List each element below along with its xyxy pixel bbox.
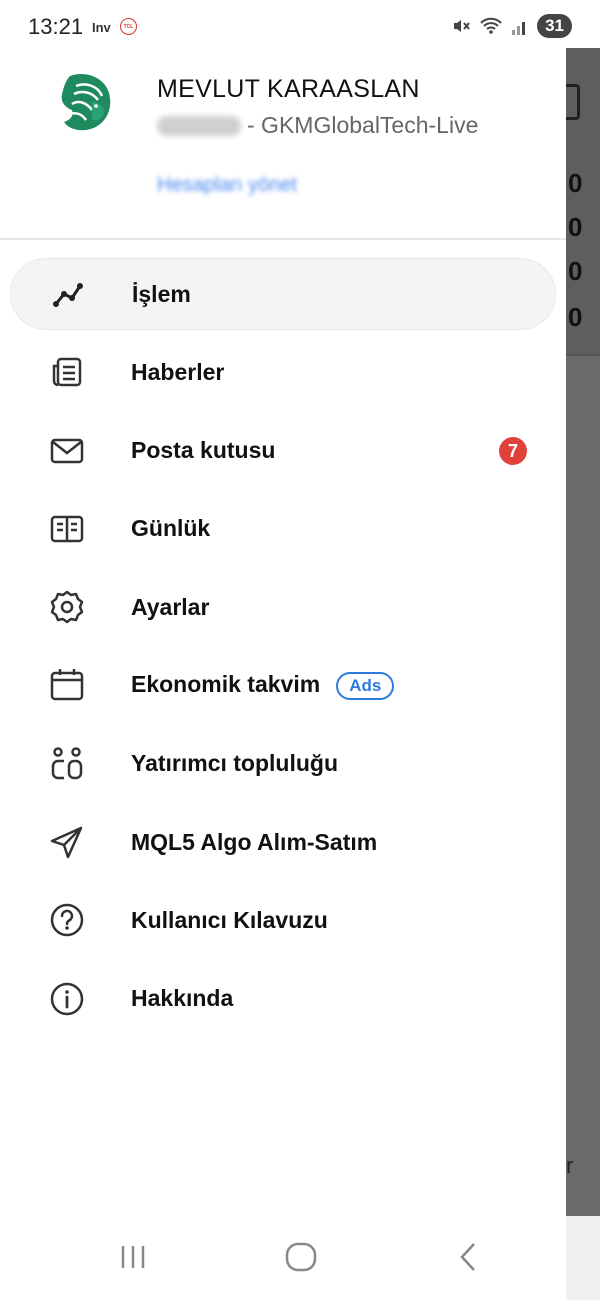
battery-indicator: 31 [537, 14, 572, 38]
wifi-icon [480, 17, 502, 34]
mute-icon [454, 20, 470, 32]
menu-item-trade[interactable]: İşlem [10, 258, 556, 330]
community-icon [48, 745, 86, 783]
account-number-redacted [157, 115, 241, 136]
drawer-menu: İşlem Haberler Posta kutusu 7 Günlük Aya… [10, 258, 556, 1041]
info-icon [48, 980, 86, 1018]
background-digit: 0 [568, 212, 583, 242]
menu-label: Yatırımcı topluluğu [131, 750, 339, 777]
background-app-scrim[interactable]: 0 0 0 0 r [566, 48, 600, 1216]
menu-label: Ayarlar [131, 593, 210, 620]
account-info: - GKMGlobalTech-Live [157, 112, 478, 139]
status-icons: 31 [451, 14, 572, 38]
calendar-icon [48, 666, 86, 704]
menu-item-news[interactable]: Haberler [10, 336, 556, 408]
back-icon[interactable] [454, 1240, 482, 1274]
home-icon[interactable] [284, 1240, 318, 1274]
help-icon [48, 901, 86, 939]
menu-label: MQL5 Algo Alım-Satım [131, 828, 378, 855]
menu-label: Ekonomik takvim Ads [131, 671, 395, 700]
menu-label: İşlem [132, 280, 191, 307]
journal-icon [48, 510, 86, 548]
background-letter: r [566, 1153, 574, 1178]
system-navigation-bar [0, 1216, 600, 1300]
ads-tag: Ads [336, 671, 395, 700]
status-time: 13:21 [28, 14, 84, 39]
menu-label: Posta kutusu [131, 437, 276, 464]
background-digit: 0 [568, 302, 583, 332]
trade-chart-icon [49, 275, 87, 313]
carrier-badge: TCL [120, 18, 137, 35]
menu-item-investor-community[interactable]: Yatırımcı topluluğu [10, 728, 556, 800]
user-name: MEVLUT KARAASLAN [157, 75, 420, 103]
recent-apps-icon[interactable] [118, 1240, 150, 1274]
signal-icon [512, 22, 526, 35]
lion-logo-avatar[interactable] [56, 72, 114, 132]
menu-item-about[interactable]: Hakkında [10, 963, 556, 1035]
nav-bar-shade [566, 1216, 600, 1300]
menu-label: Hakkında [131, 985, 234, 1012]
background-digit: 0 [568, 168, 583, 198]
send-icon [48, 823, 86, 861]
menu-item-user-guide[interactable]: Kullanıcı Kılavuzu [10, 884, 556, 956]
menu-item-settings[interactable]: Ayarlar [10, 571, 556, 643]
unread-count-badge: 7 [499, 436, 527, 465]
mail-icon [48, 432, 86, 470]
account-server: - GKMGlobalTech-Live [247, 112, 479, 138]
navigation-drawer: MEVLUT KARAASLAN - GKMGlobalTech-Live He… [0, 48, 566, 1216]
menu-item-mql5-algo[interactable]: MQL5 Algo Alım-Satım [10, 806, 556, 878]
header-divider [0, 238, 566, 240]
background-icon [566, 84, 580, 120]
news-icon [48, 353, 86, 391]
background-digit: 0 [568, 256, 583, 286]
menu-item-mailbox[interactable]: Posta kutusu 7 [10, 415, 556, 487]
menu-label-text: Ekonomik takvim [131, 671, 321, 698]
gear-icon [48, 588, 86, 626]
menu-item-economic-calendar[interactable]: Ekonomik takvim Ads [10, 649, 556, 721]
manage-accounts-link[interactable]: Hesapları yönet [157, 174, 297, 197]
menu-label: Günlük [131, 515, 211, 542]
status-app-tag: Inv [92, 20, 111, 35]
menu-label: Haberler [131, 358, 225, 385]
menu-item-journal[interactable]: Günlük [10, 493, 556, 565]
menu-label: Kullanıcı Kılavuzu [131, 906, 328, 933]
background-divider [566, 354, 600, 356]
